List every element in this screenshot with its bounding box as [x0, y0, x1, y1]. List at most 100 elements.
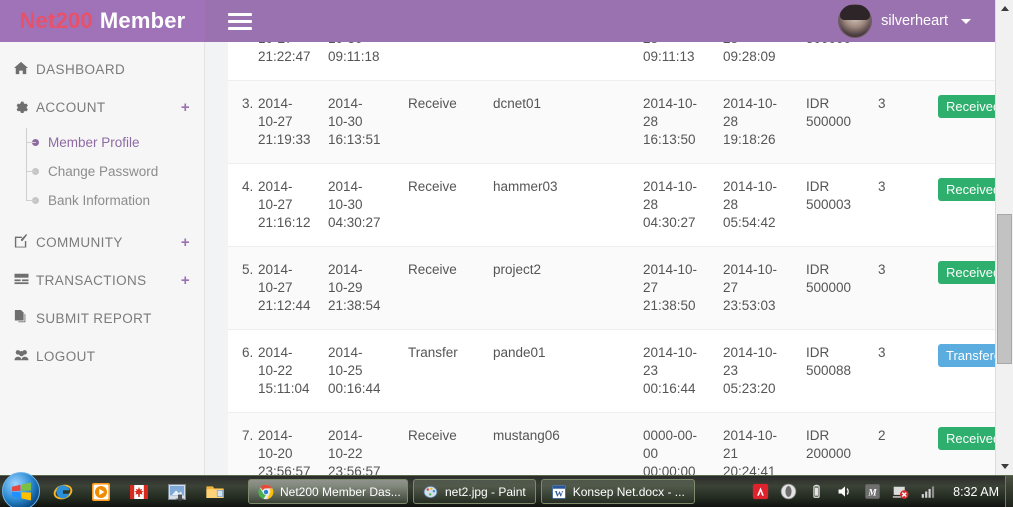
taskbar-button-paint[interactable]: net2.jpg - Paint — [413, 479, 536, 504]
sidebar-item-community[interactable]: COMMUNITY + — [0, 223, 204, 261]
cell-row-number: 7. — [242, 428, 254, 443]
brand-logo[interactable]: Net200 Member — [0, 0, 205, 42]
avatar-hair — [840, 5, 871, 20]
expand-plus-icon[interactable]: + — [181, 99, 190, 116]
cell-status: Received — [938, 42, 998, 81]
expand-plus-icon[interactable]: + — [181, 234, 190, 251]
date-part: 23:53:03 — [723, 298, 776, 313]
date-part: 2014-10- — [723, 345, 778, 360]
table-row[interactable]: 7. 2014- 10-20 23:56:57 2014- 10-22 23:5… — [228, 412, 998, 475]
taskbar-clock[interactable]: 8:32 AM — [953, 485, 999, 499]
bullet-dot-icon — [32, 168, 39, 175]
cell-level: 3 — [878, 345, 886, 360]
windows-taskbar: Net200 Member Das... net2.jpg - Paint W … — [0, 472, 1013, 507]
cell-date-confirmed: 2014-10- 28 05:54:42 — [723, 164, 806, 247]
cell-username — [493, 42, 643, 81]
show-desktop-button[interactable] — [1005, 476, 1013, 507]
sidebar-subitem-bank-information[interactable]: Bank Information — [26, 186, 204, 215]
date-part: 2014-10- — [643, 179, 698, 194]
transactions-card: 2. 2014- 10-27 21:22:47 2014- 10-30 09:1… — [228, 42, 998, 475]
date-part: 10-20 — [258, 446, 293, 461]
transactions-scroll-viewport: 2. 2014- 10-27 21:22:47 2014- 10-30 09:1… — [228, 42, 998, 475]
date-part: 10-27 — [258, 114, 293, 129]
cell-username: mustang06 — [493, 428, 560, 443]
table-row[interactable]: 5. 2014- 10-27 21:12:44 2014- 10-29 21:3… — [228, 246, 998, 330]
chevron-down-icon[interactable] — [961, 18, 971, 24]
sidebar-item-logout[interactable]: LOGOUT — [0, 337, 204, 375]
sidebar-subitem-member-profile[interactable]: Member Profile — [26, 128, 204, 157]
sidebar-subitem-change-password[interactable]: Change Password — [26, 157, 204, 186]
cell-date-created: 2014- 10-27 21:16:12 — [258, 164, 328, 247]
date-part: 09:11:18 — [328, 49, 380, 64]
cell-level: 3 — [878, 42, 938, 81]
windows-start-orb-icon[interactable] — [2, 472, 40, 507]
table-row[interactable]: 6. 2014- 10-22 15:11:04 2014- 10-25 00:1… — [228, 329, 998, 413]
date-part: 27 — [643, 280, 659, 295]
battery-icon[interactable] — [808, 483, 825, 500]
windows-explorer-folder-icon[interactable] — [204, 481, 226, 503]
date-part: 2014- — [258, 428, 293, 443]
sidebar-item-label: DASHBOARD — [36, 61, 126, 77]
internet-explorer-icon[interactable] — [52, 481, 74, 503]
screenshot-tool-icon[interactable]: M — [864, 483, 881, 500]
date-part: 00:00:00 — [643, 464, 696, 475]
media-player-icon[interactable] — [90, 481, 112, 503]
cell-username: dcnet01 — [493, 96, 542, 111]
cell-status: Transfered — [938, 330, 998, 413]
amount-value: 500088 — [806, 363, 852, 378]
taskbar-button-chrome[interactable]: Net200 Member Das... — [248, 479, 408, 504]
cell-amount: IDR 500000 — [806, 81, 878, 164]
volume-speaker-icon[interactable] — [836, 483, 853, 500]
cell-date-paid: 2014-10- 28 04:30:27 — [643, 164, 723, 247]
sidebar-item-dashboard[interactable]: DASHBOARD — [0, 50, 204, 88]
network-error-icon[interactable] — [892, 483, 909, 500]
scroll-down-arrow-icon[interactable] — [996, 458, 1013, 475]
account-submenu: Member Profile Change Password Bank Info… — [0, 128, 204, 215]
expand-plus-icon[interactable]: + — [181, 272, 190, 289]
cell-level: 3 — [878, 179, 886, 194]
table-row[interactable]: 3. 2014- 10-27 21:19:33 2014- 10-30 16:1… — [228, 80, 998, 164]
hamburger-menu-icon[interactable] — [228, 9, 252, 33]
date-part: 10-30 — [328, 114, 363, 129]
date-part: 10-25 — [328, 363, 363, 378]
taskbar-button-label: net2.jpg - Paint — [445, 484, 526, 499]
bullet-dot-icon — [32, 197, 39, 204]
date-part: 04:30:27 — [643, 215, 696, 230]
sidebar-item-submit-report[interactable]: SUBMIT REPORT — [0, 299, 204, 337]
transactions-table: 2. 2014- 10-27 21:22:47 2014- 10-30 09:1… — [228, 42, 998, 475]
avatar — [838, 4, 873, 38]
date-part: 00:16:44 — [643, 381, 696, 396]
date-part: 2014- — [258, 345, 293, 360]
scroll-up-arrow-icon[interactable] — [996, 0, 1013, 17]
date-part: 28 — [643, 114, 659, 129]
date-part: 28 — [643, 197, 659, 212]
scroll-down-triangle — [1001, 464, 1009, 469]
canada-flag-icon[interactable] — [128, 481, 150, 503]
opera-browser-icon[interactable] — [780, 483, 797, 500]
sidebar-item-label: COMMUNITY — [36, 234, 123, 250]
sidebar-item-account[interactable]: ACCOUNT + — [0, 88, 204, 126]
currency-label: IDR — [806, 262, 830, 277]
scrollbar-thumb[interactable] — [997, 214, 1012, 364]
paint-icon — [423, 484, 439, 500]
cell-date-created: 2014- 10-27 21:19:33 — [258, 81, 328, 164]
user-menu[interactable]: silverheart — [838, 0, 971, 42]
cell-date-confirmed: 2014-10- 23 05:23:20 — [723, 330, 806, 413]
word-icon: W — [551, 484, 567, 500]
cell-date-expired: 2014- 10-29 21:38:54 — [328, 247, 408, 330]
table-row[interactable]: 4. 2014- 10-27 21:16:12 2014- 10-30 04:3… — [228, 163, 998, 247]
desktop-snapshot-icon[interactable] — [166, 481, 188, 503]
page-scrollbar[interactable] — [995, 0, 1013, 475]
cell-type: Receive — [408, 96, 457, 111]
date-part: 00:16:44 — [328, 381, 381, 396]
sidebar-item-transactions[interactable]: TRANSACTIONS + — [0, 261, 204, 299]
date-part: 23 — [723, 363, 739, 378]
avira-antivirus-icon[interactable] — [752, 483, 769, 500]
date-part: 2014-10- — [723, 179, 778, 194]
taskbar-button-word[interactable]: W Konsep Net.docx - ... — [540, 479, 695, 504]
date-part: 28 — [643, 42, 658, 46]
date-part: 21:38:50 — [643, 298, 696, 313]
currency-label: IDR — [806, 96, 830, 111]
signal-bars-icon[interactable] — [920, 483, 937, 500]
table-row[interactable]: 2. 2014- 10-27 21:22:47 2014- 10-30 09:1… — [228, 42, 998, 81]
